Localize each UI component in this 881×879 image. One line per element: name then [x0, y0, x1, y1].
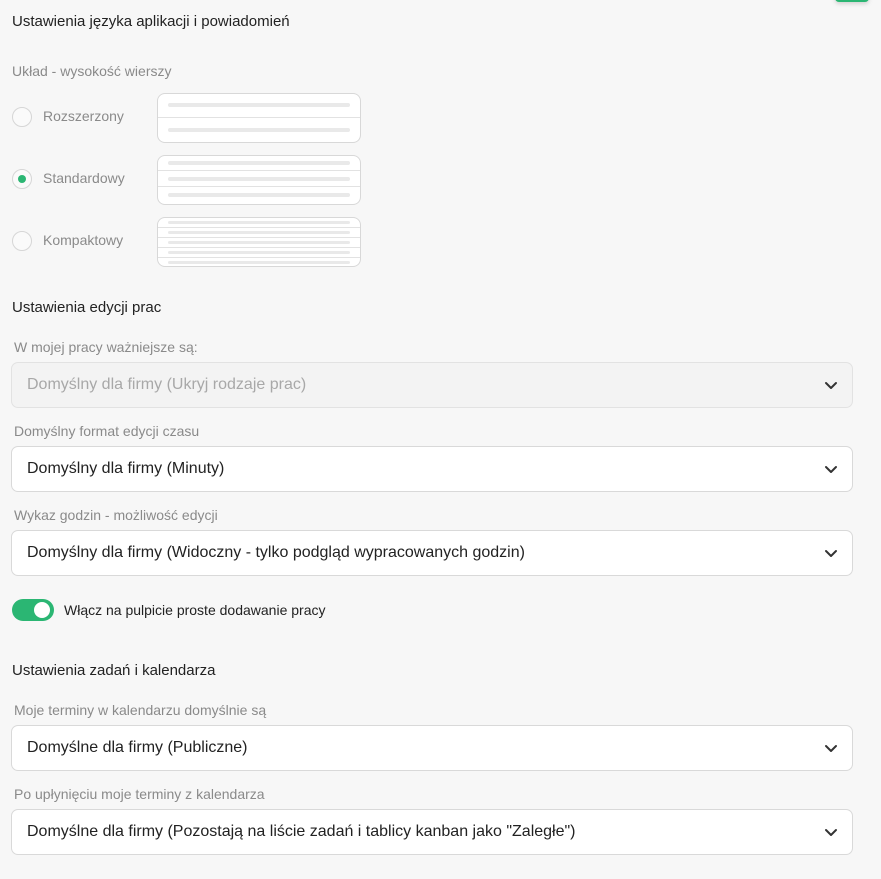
time-format-select[interactable]: Domyślny dla firmy (Minuty) — [11, 446, 853, 492]
radio-row-standard[interactable]: Standardowy — [12, 155, 372, 205]
radio-label-standard: Standardowy — [43, 170, 125, 186]
save-button-edge[interactable] — [835, 0, 869, 2]
simple-add-work-toggle-label: Włącz na pulpicie proste dodawanie pracy — [64, 602, 326, 618]
section-title-tasks-calendar: Ustawienia zadań i kalendarza — [12, 662, 216, 679]
calendar-visibility-label: Moje terminy w kalendarzu domyślnie są — [14, 702, 267, 718]
section-title-work-edit: Ustawienia edycji prac — [12, 299, 162, 316]
calendar-visibility-select[interactable]: Domyślne dla firmy (Publiczne) — [11, 725, 853, 771]
important-label: W mojej pracy ważniejsze są: — [14, 339, 198, 355]
settings-page: Ustawienia języka aplikacji i powiadomie… — [0, 0, 881, 879]
calendar-expiry-label: Po upłynięciu moje terminy z kalendarza — [14, 786, 265, 802]
chevron-down-icon — [825, 550, 837, 557]
important-select-value: Domyślny dla firmy (Ukryj rodzaje prac) — [27, 376, 307, 393]
time-format-select-value: Domyślny dla firmy (Minuty) — [27, 460, 225, 477]
chevron-down-icon — [825, 745, 837, 752]
radio-expanded[interactable] — [12, 107, 32, 127]
radio-label-compact: Kompaktowy — [43, 232, 124, 248]
section-title-language-notifications: Ustawienia języka aplikacji i powiadomie… — [12, 13, 290, 30]
chevron-down-icon — [825, 829, 837, 836]
radio-row-expanded[interactable]: Rozszerzony — [12, 93, 372, 143]
important-select[interactable]: Domyślny dla firmy (Ukryj rodzaje prac) — [11, 362, 853, 408]
density-preview-compact[interactable] — [157, 217, 361, 267]
row-height-label: Układ - wysokość wierszy — [12, 63, 172, 79]
hours-label: Wykaz godzin - możliwość edycji — [14, 507, 218, 523]
hours-select-value: Domyślny dla firmy (Widoczny - tylko pod… — [27, 544, 525, 561]
calendar-expiry-select[interactable]: Domyślne dla firmy (Pozostają na liście … — [11, 809, 853, 855]
toggle-knob — [34, 602, 50, 618]
density-preview-expanded[interactable] — [157, 93, 361, 143]
calendar-expiry-select-value: Domyślne dla firmy (Pozostają na liście … — [27, 823, 576, 840]
radio-compact[interactable] — [12, 231, 32, 251]
simple-add-work-toggle[interactable] — [12, 599, 54, 621]
chevron-down-icon — [825, 466, 837, 473]
density-preview-standard[interactable] — [157, 155, 361, 205]
radio-label-expanded: Rozszerzony — [43, 108, 124, 124]
radio-standard[interactable] — [12, 169, 32, 189]
radio-row-compact[interactable]: Kompaktowy — [12, 217, 372, 267]
hours-select[interactable]: Domyślny dla firmy (Widoczny - tylko pod… — [11, 530, 853, 576]
time-format-label: Domyślny format edycji czasu — [14, 423, 200, 439]
chevron-down-icon — [825, 382, 837, 389]
calendar-visibility-select-value: Domyślne dla firmy (Publiczne) — [27, 739, 248, 756]
